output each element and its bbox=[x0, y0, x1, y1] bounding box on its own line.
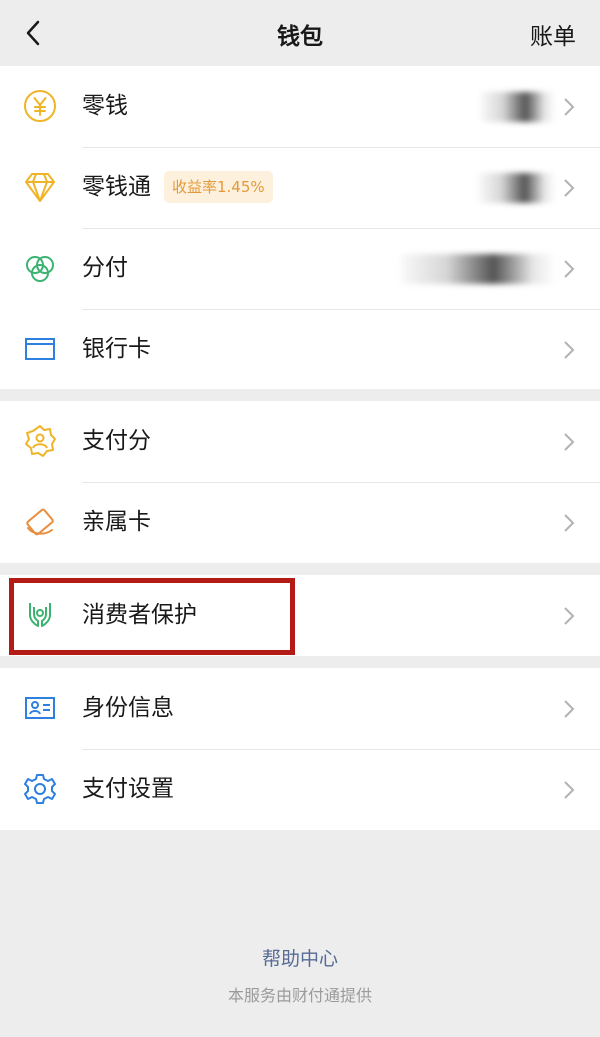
protective-hands-icon bbox=[29, 603, 51, 627]
help-center-link[interactable]: 帮助中心 bbox=[0, 944, 600, 971]
chevron-right-icon bbox=[564, 341, 575, 359]
list-item-label: 支付设置 bbox=[82, 776, 174, 802]
bill-button[interactable]: 账单 bbox=[530, 17, 576, 51]
wallet-group-settings: 身份信息 支付设置 bbox=[0, 668, 600, 830]
id-card-icon bbox=[25, 697, 55, 719]
list-item-fenfu[interactable]: 分付 bbox=[0, 228, 600, 309]
diamond-icon bbox=[25, 173, 55, 202]
wallet-group-funds: 零钱 零钱通 收益率1.45% 分付 银行卡 bbox=[0, 66, 600, 389]
list-item-label: 亲属卡 bbox=[82, 509, 151, 535]
list-item-label: 零钱通 bbox=[82, 174, 151, 200]
list-item-payment-score[interactable]: 支付分 bbox=[0, 401, 600, 482]
list-item-lingqiantong[interactable]: 零钱通 收益率1.45% bbox=[0, 147, 600, 228]
service-provider-text: 本服务由财付通提供 bbox=[227, 986, 372, 1005]
list-item-consumer-protection[interactable]: 消费者保护 bbox=[0, 575, 600, 656]
chevron-right-icon bbox=[564, 433, 575, 451]
bank-card-icon bbox=[25, 338, 55, 360]
chevron-right-icon bbox=[564, 607, 575, 625]
list-item-label: 银行卡 bbox=[82, 336, 151, 362]
chevron-right-icon bbox=[564, 781, 575, 799]
list-item-label: 零钱 bbox=[82, 93, 128, 119]
payment-score-badge-icon bbox=[25, 425, 56, 457]
chevron-right-icon bbox=[564, 98, 575, 116]
list-item-payment-settings[interactable]: 支付设置 bbox=[0, 749, 600, 830]
fenfu-circles-icon bbox=[26, 256, 54, 282]
chevron-right-icon bbox=[564, 260, 575, 278]
redacted-credit bbox=[400, 254, 556, 284]
redacted-balance bbox=[478, 173, 556, 203]
chevron-right-icon bbox=[564, 700, 575, 718]
list-item-label: 分付 bbox=[82, 255, 128, 281]
redacted-balance bbox=[480, 92, 556, 122]
list-item-change[interactable]: 零钱 bbox=[0, 66, 600, 147]
nav-bar: 钱包 账单 bbox=[0, 0, 600, 66]
chevron-right-icon bbox=[564, 179, 575, 197]
wallet-group-protection: 消费者保护 bbox=[0, 575, 600, 656]
list-item-family-card[interactable]: 亲属卡 bbox=[0, 482, 600, 563]
yuan-coin-icon bbox=[24, 90, 56, 122]
list-item-label: 支付分 bbox=[82, 428, 151, 454]
list-item-identity-info[interactable]: 身份信息 bbox=[0, 668, 600, 749]
list-item-bank-card[interactable]: 银行卡 bbox=[0, 309, 600, 390]
gear-icon bbox=[24, 774, 56, 804]
wallet-group-services: 支付分 亲属卡 bbox=[0, 401, 600, 563]
chevron-right-icon bbox=[564, 514, 575, 532]
yield-rate-badge: 收益率1.45% bbox=[164, 171, 273, 203]
list-item-label: 身份信息 bbox=[82, 695, 174, 721]
list-item-label: 消费者保护 bbox=[82, 602, 197, 628]
family-card-icon bbox=[26, 508, 54, 536]
page-title: 钱包 bbox=[277, 24, 323, 50]
